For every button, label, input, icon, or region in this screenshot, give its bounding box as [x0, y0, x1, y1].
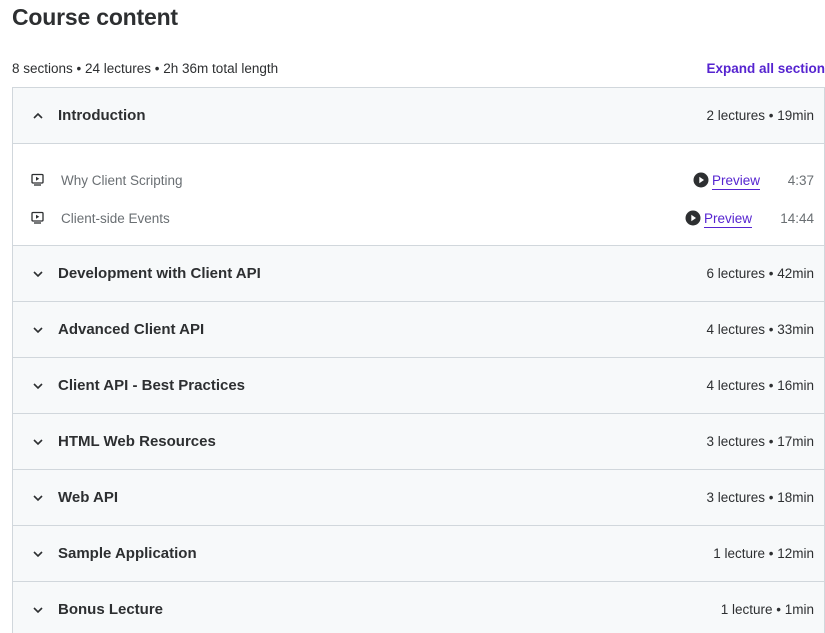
section-meta: 3 lectures • 17min	[706, 434, 814, 449]
preview-link[interactable]: Preview	[704, 211, 752, 226]
section-header-advanced-client-api[interactable]: Advanced Client API 4 lectures • 33min	[13, 301, 824, 357]
course-content-page: Course content 8 sections • 24 lectures …	[0, 0, 825, 633]
preview-control[interactable]: Preview	[685, 210, 752, 226]
section-title: Development with Client API	[58, 265, 261, 282]
lecture-title: Client-side Events	[61, 210, 170, 226]
chevron-down-icon	[31, 267, 45, 281]
lecture-title: Why Client Scripting	[61, 172, 183, 188]
section-title: Bonus Lecture	[58, 601, 164, 618]
section-title: Client API - Best Practices	[58, 377, 246, 394]
sections-list: Introduction 2 lectures • 19min Why Clie…	[12, 87, 825, 633]
lecture-item[interactable]: Why Client Scripting Preview 4:37	[31, 161, 814, 199]
chevron-down-icon	[31, 323, 45, 337]
section-header-development-with-client-api[interactable]: Development with Client API 6 lectures •…	[13, 245, 824, 301]
chevron-down-icon	[31, 547, 45, 561]
section-header-bonus-lecture[interactable]: Bonus Lecture 1 lecture • 1min	[13, 581, 824, 633]
chevron-down-icon	[31, 379, 45, 393]
page-title: Course content	[12, 4, 178, 30]
lecture-list-introduction: Why Client Scripting Preview 4:37 Client…	[13, 143, 824, 245]
chevron-up-icon	[31, 109, 45, 123]
section-header-web-api[interactable]: Web API 3 lectures • 18min	[13, 469, 824, 525]
play-circle-icon	[685, 210, 701, 226]
expand-all-button[interactable]: Expand all section	[706, 61, 825, 76]
section-title: Advanced Client API	[58, 321, 205, 338]
section-title: Introduction	[58, 107, 146, 124]
section-meta: 1 lecture • 1min	[720, 602, 814, 617]
lecture-item[interactable]: Client-side Events Preview 14:44	[31, 199, 814, 237]
lecture-duration: 14:44	[780, 210, 814, 226]
section-meta: 6 lectures • 42min	[706, 266, 814, 281]
play-circle-icon	[693, 172, 709, 188]
preview-control[interactable]: Preview	[693, 172, 760, 188]
section-meta: 4 lectures • 16min	[706, 378, 814, 393]
section-header-client-api-best-practices[interactable]: Client API - Best Practices 4 lectures •…	[13, 357, 824, 413]
section-title: Sample Application	[58, 545, 197, 562]
section-meta: 2 lectures • 19min	[706, 108, 814, 123]
section-meta: 3 lectures • 18min	[706, 490, 814, 505]
section-meta: 4 lectures • 33min	[706, 322, 814, 337]
section-meta: 1 lecture • 12min	[713, 546, 814, 561]
course-summary: 8 sections • 24 lectures • 2h 36m total …	[12, 60, 279, 76]
video-icon	[31, 211, 45, 225]
lecture-duration: 4:37	[787, 172, 814, 188]
chevron-down-icon	[31, 603, 45, 617]
section-header-html-web-resources[interactable]: HTML Web Resources 3 lectures • 17min	[13, 413, 824, 469]
summary-bar: 8 sections • 24 lectures • 2h 36m total …	[12, 58, 825, 78]
preview-link[interactable]: Preview	[712, 173, 760, 188]
section-title: Web API	[58, 489, 119, 506]
chevron-down-icon	[31, 435, 45, 449]
section-header-introduction[interactable]: Introduction 2 lectures • 19min	[13, 87, 824, 143]
chevron-down-icon	[31, 491, 45, 505]
section-header-sample-application[interactable]: Sample Application 1 lecture • 12min	[13, 525, 824, 581]
section-title: HTML Web Resources	[58, 433, 216, 450]
video-icon	[31, 173, 45, 187]
